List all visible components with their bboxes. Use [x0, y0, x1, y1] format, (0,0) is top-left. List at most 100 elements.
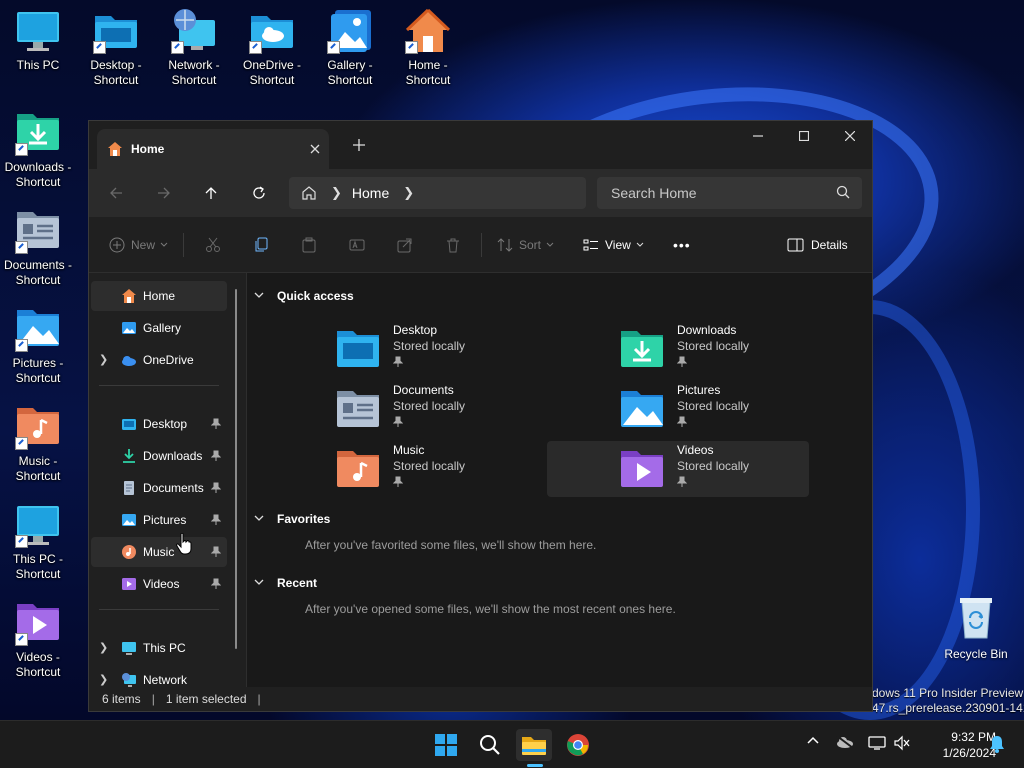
- desktop-icon-this-pc-shortcut[interactable]: This PC - Shortcut: [0, 502, 76, 582]
- shortcut-arrow-icon: [15, 339, 28, 352]
- desktop-icon-label: Network - Shortcut: [168, 58, 220, 87]
- minimize-button[interactable]: [735, 121, 781, 151]
- desktop-icon-recycle-bin[interactable]: Recycle Bin: [938, 596, 1014, 661]
- nav-label: Network: [143, 673, 188, 687]
- cloud-offline-icon: [836, 735, 854, 749]
- start-button[interactable]: [428, 729, 464, 761]
- details-label: Details: [811, 238, 848, 252]
- nav-item-downloads[interactable]: Downloads: [91, 441, 227, 471]
- quick-access-location: Stored locally: [677, 339, 750, 353]
- taskbar-search-button[interactable]: [472, 729, 508, 761]
- system-clock[interactable]: 9:32 PM 1/26/2024: [920, 729, 996, 761]
- close-window-button[interactable]: [827, 121, 872, 151]
- taskbar-chrome[interactable]: [560, 729, 596, 761]
- desktop-icon-this-pc[interactable]: This PC: [0, 8, 76, 73]
- quick-access-header[interactable]: Quick access: [254, 289, 354, 303]
- share-button[interactable]: [397, 231, 419, 259]
- recent-header[interactable]: Recent: [254, 576, 317, 590]
- chevron-down-icon: [253, 512, 265, 527]
- expand-chevron-icon[interactable]: ❯: [99, 353, 108, 366]
- nav-item-gallery[interactable]: Gallery: [91, 313, 227, 343]
- back-button[interactable]: [101, 179, 131, 207]
- volume-tray-icon[interactable]: [892, 735, 912, 751]
- quick-access-item-pictures[interactable]: Pictures Stored locally: [589, 381, 851, 437]
- desktop-icon-documents-shortcut[interactable]: Documents - Shortcut: [0, 208, 76, 288]
- nav-item-home[interactable]: Home: [91, 281, 227, 311]
- pictures-folder-icon: [619, 389, 665, 429]
- pin-icon: [392, 416, 404, 427]
- quick-access-name: Documents: [393, 383, 454, 397]
- expand-chevron-icon[interactable]: ❯: [99, 641, 108, 654]
- quick-access-item-downloads[interactable]: Downloads Stored locally: [589, 321, 851, 377]
- desktop-icon-desktop-shortcut[interactable]: Desktop - Shortcut: [78, 8, 154, 88]
- watermark-line: 47.rs_prerelease.230901-1416: [872, 701, 1024, 715]
- nav-item-desktop[interactable]: Desktop: [91, 409, 227, 439]
- network-tray-icon[interactable]: [866, 735, 888, 751]
- chrome-icon: [567, 734, 589, 756]
- nav-item-music[interactable]: Music: [91, 537, 227, 567]
- more-options-button[interactable]: •••: [673, 231, 691, 259]
- expand-chevron-icon[interactable]: ❯: [99, 673, 108, 686]
- navigation-pane: Home Gallery ❯ OneDrive Desktop Download…: [89, 273, 247, 687]
- search-input[interactable]: Search Home: [597, 177, 862, 209]
- nav-item-pictures[interactable]: Pictures: [91, 505, 227, 535]
- favorites-header[interactable]: Favorites: [254, 512, 330, 526]
- notifications-button[interactable]: [986, 735, 1008, 753]
- close-tab-button[interactable]: [301, 135, 329, 163]
- quick-access-item-desktop[interactable]: Desktop Stored locally: [305, 321, 567, 377]
- tab-home[interactable]: Home: [97, 129, 329, 169]
- new-icon: [109, 237, 125, 253]
- paste-button[interactable]: [301, 231, 323, 259]
- desktop-icon-gallery-shortcut[interactable]: Gallery - Shortcut: [312, 8, 388, 88]
- up-button[interactable]: [196, 179, 226, 207]
- details-button[interactable]: Details: [787, 231, 848, 259]
- desktop-icon-network-shortcut[interactable]: Network - Shortcut: [156, 8, 232, 88]
- onedrive-tray-icon[interactable]: [834, 735, 856, 749]
- nav-item-this-pc[interactable]: ❯ This PC: [91, 633, 227, 663]
- delete-button[interactable]: [445, 231, 467, 259]
- shortcut-arrow-icon: [405, 41, 418, 54]
- show-hidden-icons-button[interactable]: [804, 735, 822, 745]
- nav-item-onedrive[interactable]: ❯ OneDrive: [91, 345, 227, 375]
- refresh-button[interactable]: [244, 179, 274, 207]
- new-tab-button[interactable]: [345, 133, 373, 157]
- rename-button[interactable]: [349, 231, 371, 259]
- desktop-icon-music-shortcut[interactable]: Music - Shortcut: [0, 404, 76, 484]
- downloads-folder-icon: [15, 110, 61, 156]
- desktop-icon-label: Recycle Bin: [944, 647, 1008, 661]
- desktop-icon-home-shortcut[interactable]: Home - Shortcut: [390, 8, 466, 88]
- taskbar-file-explorer[interactable]: [516, 729, 552, 761]
- recent-empty-message: After you've opened some files, we'll sh…: [305, 602, 676, 616]
- maximize-button[interactable]: [781, 121, 827, 151]
- sort-button[interactable]: Sort: [497, 231, 555, 259]
- videos-folder-icon: [15, 600, 61, 646]
- desktop-icon-onedrive-shortcut[interactable]: OneDrive - Shortcut: [234, 8, 310, 88]
- status-divider: |: [151, 692, 155, 706]
- address-box[interactable]: ❯ Home ❯: [289, 177, 586, 209]
- quick-access-item-videos[interactable]: Videos Stored locally: [547, 441, 809, 497]
- quick-access-item-documents[interactable]: Documents Stored locally: [305, 381, 567, 437]
- nav-item-documents[interactable]: Documents: [91, 473, 227, 503]
- copy-button[interactable]: [253, 231, 275, 259]
- desktop-icon-label: Documents - Shortcut: [3, 258, 73, 287]
- nav-item-videos[interactable]: Videos: [91, 569, 227, 599]
- view-list-icon: [583, 239, 598, 251]
- breadcrumb-chevron-icon: ❯: [331, 185, 342, 200]
- network-icon: [121, 672, 137, 688]
- cut-button[interactable]: [205, 231, 227, 259]
- breadcrumb-chevron-icon[interactable]: ❯: [403, 185, 414, 201]
- new-button[interactable]: New: [109, 231, 169, 259]
- explorer-body: Home Gallery ❯ OneDrive Desktop Download…: [89, 273, 872, 687]
- nav-divider: [99, 609, 219, 610]
- downloads-folder-icon: [619, 329, 665, 369]
- quick-access-item-music[interactable]: Music Stored locally: [305, 441, 567, 497]
- desktop-icon-pictures-shortcut[interactable]: Pictures - Shortcut: [0, 306, 76, 386]
- desktop-icon-downloads-shortcut[interactable]: Downloads - Shortcut: [0, 110, 76, 190]
- desktop-icon-videos-shortcut[interactable]: Videos - Shortcut: [0, 600, 76, 680]
- view-button[interactable]: View: [583, 231, 645, 259]
- breadcrumb-home[interactable]: Home: [352, 185, 389, 201]
- watermark-line: dows 11 Pro Insider Preview: [872, 686, 1024, 700]
- downloads-icon: [121, 448, 137, 464]
- forward-button[interactable]: [149, 179, 179, 207]
- nav-scrollbar[interactable]: [235, 289, 237, 649]
